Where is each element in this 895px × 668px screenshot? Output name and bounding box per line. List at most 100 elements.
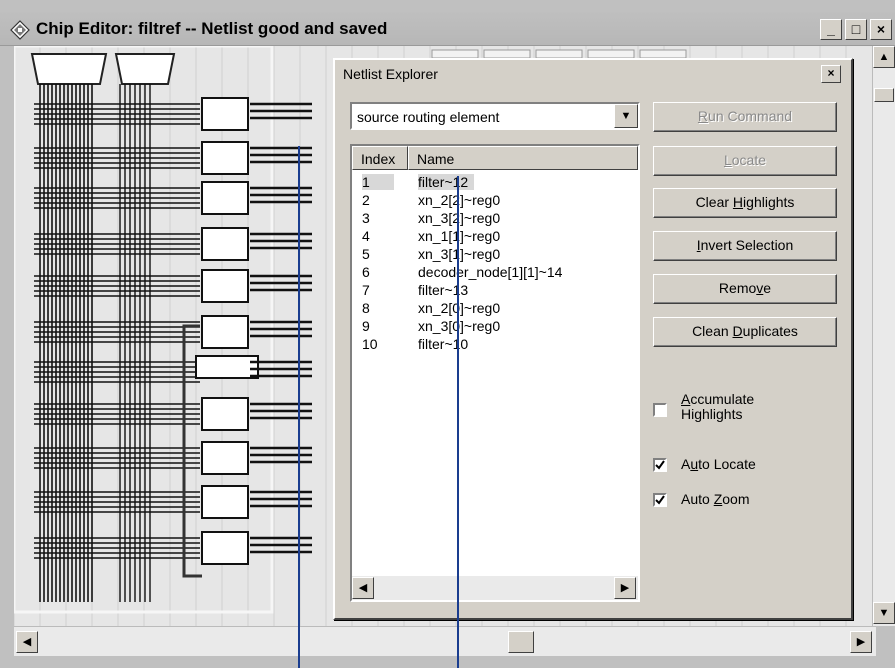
row-name: xn_2[2]~reg0 <box>418 192 501 208</box>
run-command-accel: R <box>697 108 709 124</box>
clear-highlights-button[interactable]: Clear Highlights <box>653 188 837 218</box>
arrow-right-icon[interactable]: ▶ <box>850 631 872 653</box>
locate-label-rest: ocate <box>731 152 767 168</box>
accumulate-label-line1: ccumulate <box>690 391 755 407</box>
list-row[interactable]: 5 xn_3[1]~reg0 <box>352 246 638 264</box>
row-index: 3 <box>362 210 370 226</box>
accumulate-highlights-label[interactable]: Accumulate Highlights <box>681 392 754 422</box>
clean-duplicates-button[interactable]: Clean Duplicates <box>653 317 837 347</box>
column-header-name[interactable]: Name <box>408 146 638 170</box>
remove-button[interactable]: Remove <box>653 274 837 304</box>
clear-highlights-label-rest: ighlights <box>743 194 795 210</box>
auto-zoom-checkbox[interactable] <box>653 493 667 507</box>
row-name: xn_2[0]~reg0 <box>418 300 501 316</box>
io-pad <box>30 53 108 85</box>
list-row[interactable]: 3 xn_3[2]~reg0 <box>352 210 638 228</box>
row-index: 4 <box>362 228 370 244</box>
dialog-close-button[interactable]: × <box>821 65 841 83</box>
row-name: filter~13 <box>418 282 469 298</box>
horizontal-scroll-thumb[interactable] <box>508 631 534 653</box>
row-name: decoder_node[1][1]~14 <box>418 264 563 280</box>
auto-locate-label-pre: A <box>681 456 691 472</box>
netlist-explorer-dialog: Netlist Explorer × source routing elemen… <box>333 58 853 620</box>
logic-cell <box>201 397 249 431</box>
clean-duplicates-label: Clean <box>692 323 733 339</box>
accumulate-label-line2: Highlights <box>681 406 743 422</box>
logic-cell <box>195 355 259 379</box>
run-command-label-rest: un Command <box>708 108 793 124</box>
check-icon <box>655 495 665 505</box>
list-row[interactable]: 8 xn_2[0]~reg0 <box>352 300 638 318</box>
title-bar[interactable]: Chip Editor: filtref -- Netlist good and… <box>0 12 895 46</box>
locate-accel: L <box>723 152 732 168</box>
row-index: 5 <box>362 246 370 262</box>
vertical-scrollbar[interactable]: ▲ ▼ <box>872 46 895 626</box>
netlist-list[interactable]: Index Name 1 filter~12 2 xn_2[2]~reg0 3 xn_3[… <box>350 144 640 602</box>
cell-row <box>483 49 531 59</box>
row-name: filter~12 <box>418 174 475 190</box>
auto-zoom-label[interactable]: Auto Zoom <box>681 492 750 507</box>
close-button[interactable]: × <box>870 19 892 40</box>
auto-zoom-accel: Z <box>713 491 723 507</box>
row-name: xn_3[2]~reg0 <box>418 210 501 226</box>
list-row[interactable]: 10 filter~10 <box>352 336 638 354</box>
window-title: Chip Editor: filtref -- Netlist good and… <box>36 19 388 38</box>
row-index: 10 <box>362 336 378 352</box>
list-row[interactable]: 4 xn_1[1]~reg0 <box>352 228 638 246</box>
logic-cell <box>201 97 249 131</box>
auto-locate-checkbox[interactable] <box>653 458 667 472</box>
auto-locate-accel: u <box>690 456 699 472</box>
row-index: 7 <box>362 282 370 298</box>
list-row[interactable]: 2 xn_2[2]~reg0 <box>352 192 638 210</box>
accumulate-highlights-checkbox[interactable] <box>653 403 667 417</box>
logic-cell <box>201 181 249 215</box>
list-row[interactable]: 6 decoder_node[1][1]~14 <box>352 264 638 282</box>
logic-cell <box>201 269 249 303</box>
list-row[interactable]: 1 filter~12 <box>352 174 638 192</box>
cell-row <box>587 49 635 59</box>
cell-row <box>535 49 583 59</box>
row-name: xn_3[1]~reg0 <box>418 246 501 262</box>
row-name: xn_1[1]~reg0 <box>418 228 501 244</box>
maximize-button[interactable]: □ <box>845 19 867 40</box>
check-icon <box>655 460 665 470</box>
auto-zoom-label-post: oom <box>722 491 750 507</box>
chip-editor-window: Chip Editor: filtref -- Netlist good and… <box>0 0 895 668</box>
arrow-up-icon[interactable]: ▲ <box>873 46 895 68</box>
clean-duplicates-accel: D <box>732 323 743 339</box>
dropdown-arrow-icon[interactable]: ▼ <box>614 104 638 128</box>
row-index: 2 <box>362 192 370 208</box>
row-index: 1 <box>362 174 394 190</box>
run-command-button[interactable]: Run Command <box>653 102 837 132</box>
clear-highlights-label: Clear <box>695 194 733 210</box>
row-index: 8 <box>362 300 370 316</box>
minimize-button[interactable]: _ <box>820 19 842 40</box>
locate-button[interactable]: Locate <box>653 146 837 176</box>
arrow-right-icon[interactable]: ▶ <box>614 577 636 599</box>
auto-locate-label[interactable]: Auto Locate <box>681 457 756 472</box>
row-index: 9 <box>362 318 370 334</box>
io-pad <box>114 53 176 85</box>
column-header-index[interactable]: Index <box>352 146 408 170</box>
logic-cell <box>201 441 249 475</box>
horizontal-scrollbar[interactable]: ◀ ▶ <box>14 626 876 656</box>
row-index: 6 <box>362 264 370 280</box>
arrow-left-icon[interactable]: ◀ <box>352 577 374 599</box>
arrow-down-icon[interactable]: ▼ <box>873 602 895 624</box>
invert-selection-button[interactable]: Invert Selection <box>653 231 837 261</box>
row-name: xn_3[0]~reg0 <box>418 318 501 334</box>
remove-label-rest: e <box>763 280 772 296</box>
invert-selection-label-rest: nvert Selection <box>700 237 794 253</box>
logic-cell <box>201 141 249 175</box>
chip-icon <box>10 20 30 40</box>
logic-cell <box>201 227 249 261</box>
annotation-line <box>298 146 300 668</box>
list-horizontal-scrollbar[interactable]: ◀ ▶ <box>352 576 638 600</box>
list-row[interactable]: 9 xn_3[0]~reg0 <box>352 318 638 336</box>
list-row[interactable]: 7 filter~13 <box>352 282 638 300</box>
command-select[interactable]: source routing element ▼ <box>350 102 640 130</box>
arrow-left-icon[interactable]: ◀ <box>16 631 38 653</box>
clean-duplicates-label-rest: uplicates <box>742 323 798 339</box>
dialog-title: Netlist Explorer <box>343 66 438 82</box>
vertical-scroll-thumb[interactable] <box>874 88 894 102</box>
